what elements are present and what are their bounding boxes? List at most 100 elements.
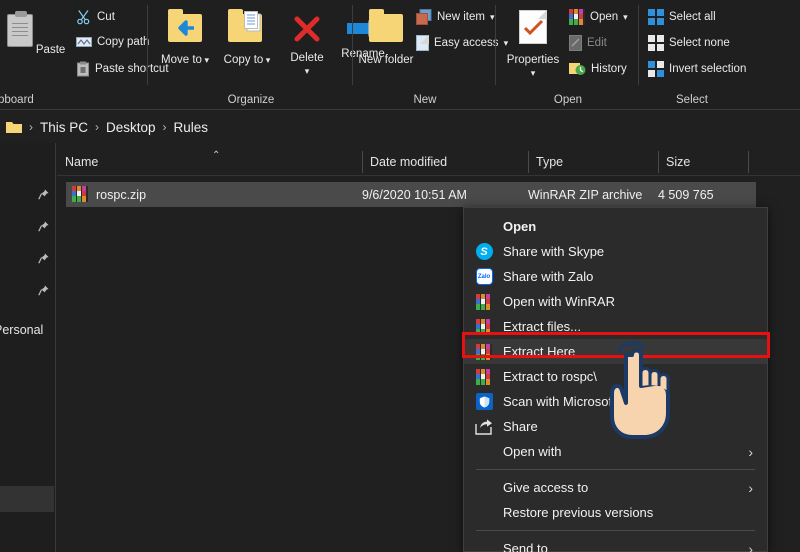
- select-none-label: Select none: [669, 37, 730, 49]
- winrar-icon: [474, 317, 494, 337]
- select-none-button[interactable]: Select none: [648, 35, 730, 51]
- invert-selection-icon: [648, 61, 664, 77]
- move-to-button[interactable]: Move to ▾: [157, 8, 213, 67]
- menu-item-label: Extract files...: [503, 319, 581, 334]
- menu-item-label: Share with Zalo: [503, 269, 593, 284]
- menu-item-give-access-to[interactable]: Give access to ›: [464, 475, 767, 500]
- menu-item-label: Share with Skype: [503, 244, 604, 259]
- winrar-archive-icon: [72, 186, 88, 202]
- pin-icon[interactable]: [38, 221, 49, 232]
- menu-item-send-to[interactable]: Send to ›: [464, 536, 767, 552]
- menu-item-label: Share: [503, 419, 538, 434]
- new-folder-button[interactable]: New folder: [358, 8, 414, 67]
- ribbon-group-organize: Move to ▾ Copy to ▾ De: [149, 0, 353, 110]
- cell-name: rospc.zip: [96, 188, 146, 202]
- menu-item-label: Extract to rospc\: [503, 369, 597, 384]
- share-icon: [474, 417, 494, 437]
- new-folder-label: New folder: [359, 54, 414, 66]
- menu-item-label: Open with WinRAR: [503, 294, 615, 309]
- properties-button[interactable]: Properties ▾: [501, 6, 565, 80]
- copy-path-label: Copy path: [97, 36, 149, 48]
- delete-label: Delete: [290, 52, 323, 64]
- edit-icon: [569, 35, 582, 51]
- file-explorer-window: Paste Cut Copy path: [0, 0, 800, 552]
- sidebar-item-3[interactable]: s: [0, 246, 56, 272]
- column-label: Date modified: [370, 155, 447, 169]
- edit-button[interactable]: Edit: [569, 35, 607, 51]
- edit-label: Edit: [587, 37, 607, 49]
- column-label: Type: [536, 155, 563, 169]
- cut-button[interactable]: Cut: [76, 9, 115, 25]
- column-divider[interactable]: [748, 151, 749, 173]
- new-item-button[interactable]: New item▾: [416, 9, 494, 25]
- sidebar-item-4[interactable]: [0, 278, 56, 304]
- menu-item-label: Open with: [503, 444, 562, 459]
- winrar-icon: [474, 367, 494, 387]
- breadcrumb-desktop[interactable]: Desktop: [106, 120, 156, 135]
- breadcrumb-this-pc[interactable]: This PC: [40, 120, 88, 135]
- ribbon-group-label-open: Open: [497, 94, 639, 106]
- ribbon-group-select: Select all Select none Invert selection …: [640, 0, 800, 110]
- chevron-right-icon: ›: [748, 444, 753, 460]
- address-bar[interactable]: › This PC › Desktop › Rules: [0, 111, 800, 143]
- sidebar-selected-item[interactable]: [0, 486, 54, 512]
- column-header-size[interactable]: Size: [658, 148, 748, 176]
- table-row[interactable]: rospc.zip 9/6/2020 10:51 AM WinRAR ZIP a…: [66, 182, 756, 207]
- copy-to-button[interactable]: Copy to ▾: [219, 8, 275, 67]
- chevron-right-icon: ›: [748, 480, 753, 496]
- menu-item-label: Give access to: [503, 480, 588, 495]
- zalo-icon: Zalo: [474, 267, 494, 287]
- menu-separator: [476, 469, 755, 470]
- group-divider: [495, 5, 496, 85]
- open-button[interactable]: Open▾: [569, 9, 628, 25]
- menu-item-open[interactable]: Open: [464, 214, 767, 239]
- menu-item-share-with-zalo[interactable]: Zalo Share with Zalo: [464, 264, 767, 289]
- cell-date-modified: 9/6/2020 10:51 AM: [362, 188, 467, 202]
- sort-ascending-icon: ⌃: [212, 150, 220, 161]
- menu-item-restore-previous-versions[interactable]: Restore previous versions: [464, 500, 767, 525]
- column-header-date-modified[interactable]: Date modified: [362, 148, 528, 176]
- column-label: Name: [65, 155, 98, 169]
- column-header-name[interactable]: Name: [57, 148, 362, 176]
- move-to-label: Move to: [161, 54, 202, 66]
- column-label: Size: [666, 155, 690, 169]
- scissors-icon: [76, 9, 92, 25]
- open-label: Open: [590, 11, 618, 23]
- hand-tap-cursor: [598, 333, 713, 443]
- group-divider: [638, 5, 639, 85]
- ribbon-group-label-select: Select: [640, 94, 744, 106]
- group-divider: [352, 5, 353, 85]
- properties-icon: [519, 10, 547, 44]
- sidebar-item-2[interactable]: s: [0, 214, 56, 240]
- invert-selection-button[interactable]: Invert selection: [648, 61, 746, 77]
- breadcrumb-separator: ›: [95, 120, 99, 134]
- select-all-button[interactable]: Select all: [648, 9, 716, 25]
- pin-icon[interactable]: [38, 253, 49, 264]
- cell-type: WinRAR ZIP archive: [528, 188, 642, 202]
- sidebar-item-1[interactable]: [0, 182, 56, 208]
- pin-icon[interactable]: [38, 189, 49, 200]
- ribbon-toolbar: Paste Cut Copy path: [0, 0, 800, 110]
- ribbon-group-new: New folder New item▾ Easy access▾ New: [354, 0, 496, 110]
- menu-item-open-with-winrar[interactable]: Open with WinRAR: [464, 289, 767, 314]
- sidebar-item-0[interactable]: s: [0, 150, 56, 176]
- ribbon-group-label-new: New: [354, 94, 496, 106]
- menu-item-label: Send to: [503, 541, 548, 552]
- select-none-icon: [648, 35, 664, 51]
- navigation-pane: s s s Personal: [0, 143, 56, 552]
- pin-icon[interactable]: [38, 285, 49, 296]
- history-button[interactable]: History: [569, 61, 627, 76]
- ribbon-group-open: Properties ▾ Open▾ Edit: [497, 0, 639, 110]
- menu-item-share-with-skype[interactable]: S Share with Skype: [464, 239, 767, 264]
- paste-button[interactable]: Paste: [6, 10, 66, 57]
- copy-path-button[interactable]: Copy path: [76, 35, 149, 49]
- sidebar-item-personal[interactable]: Personal: [0, 317, 56, 343]
- column-header-type[interactable]: Type: [528, 148, 658, 176]
- breadcrumb-rules[interactable]: Rules: [174, 120, 209, 135]
- group-divider: [147, 5, 148, 85]
- menu-separator: [476, 530, 755, 531]
- ribbon-group-clipboard: Paste Cut Copy path: [0, 0, 148, 110]
- cut-label: Cut: [97, 11, 115, 23]
- delete-button[interactable]: Delete ▾: [283, 8, 331, 78]
- menu-item-label: Extract Here: [503, 344, 575, 359]
